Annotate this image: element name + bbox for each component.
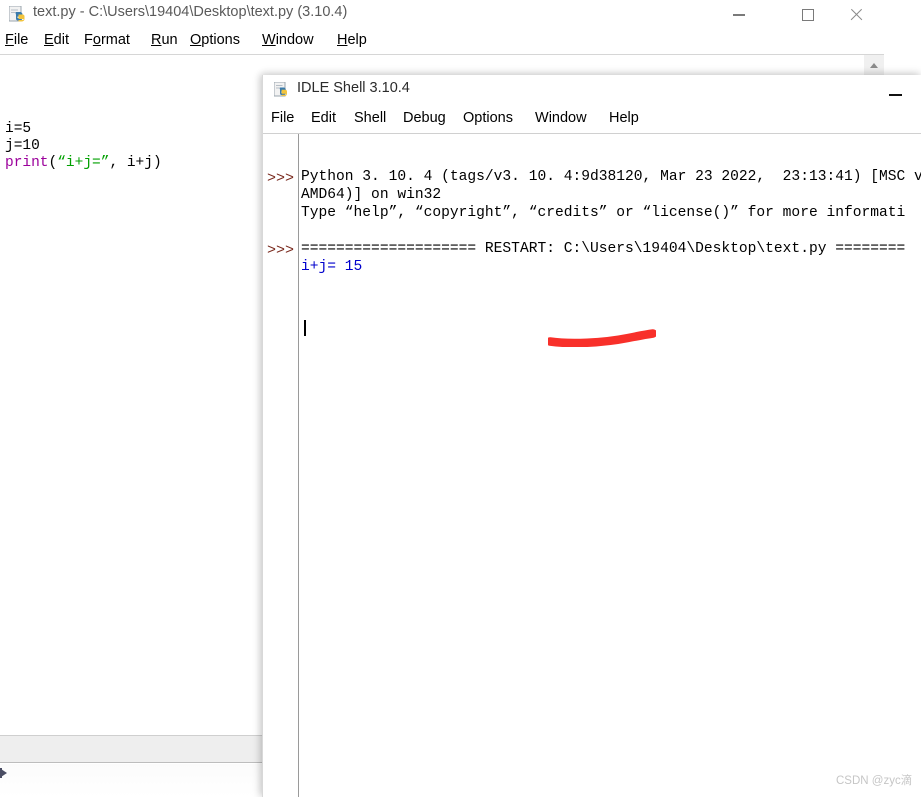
shell-prompt-marker: >>> <box>267 242 295 259</box>
shell-menu-help[interactable]: Help <box>609 110 639 126</box>
code-line-1: i=5 <box>5 121 32 137</box>
editor-code-content: i=5 j=10 print(“i+j=”, i+j) <box>5 121 162 172</box>
shell-menubar: File Edit Shell Debug Options Window Hel… <box>263 108 921 133</box>
editor-menu-options[interactable]: Options <box>190 32 240 48</box>
code-token-args: , i+j) <box>109 155 162 171</box>
taskbar-arrow-icon <box>0 767 7 779</box>
shell-line-restart: ==================== RESTART: C:\Users\1… <box>301 241 906 257</box>
screen-root: text.py - C:\Users\19404\Desktop\text.py… <box>0 0 921 797</box>
maximize-icon <box>802 9 814 21</box>
shell-menu-options[interactable]: Options <box>463 110 513 126</box>
editor-menu-edit[interactable]: Edit <box>44 32 69 48</box>
editor-maximize-button[interactable] <box>785 0 831 30</box>
idle-shell-window: IDLE Shell 3.10.4 File Edit Shell Debug … <box>262 75 921 797</box>
shell-prompt-marker: >>> <box>267 170 295 187</box>
code-token-print: print <box>5 155 49 171</box>
chevron-up-icon <box>870 62 878 68</box>
shell-prompt-gutter <box>263 134 298 797</box>
shell-line-banner-1: Python 3. 10. 4 (tags/v3. 10. 4:9d38120,… <box>301 169 921 185</box>
editor-window-title: text.py - C:\Users\19404\Desktop\text.py… <box>33 4 348 20</box>
shell-menu-edit[interactable]: Edit <box>311 110 336 126</box>
shell-line-banner-3: Type “help”, “copyright”, “credits” or “… <box>301 205 906 221</box>
python-shell-icon <box>273 81 290 98</box>
editor-menu-window[interactable]: Window <box>262 32 314 48</box>
editor-menu-file[interactable]: File <box>5 32 28 48</box>
shell-gutter-divider <box>298 134 299 797</box>
code-line-2: j=10 <box>5 138 40 154</box>
python-file-icon <box>8 5 26 23</box>
shell-window-title: IDLE Shell 3.10.4 <box>297 80 410 96</box>
close-icon <box>849 8 863 22</box>
editor-menubar: File Edit Format Run Options Window Help <box>0 30 884 54</box>
watermark-text: CSDN @zyc滴 <box>836 775 913 787</box>
editor-menu-format[interactable]: Format <box>84 32 130 48</box>
editor-close-button[interactable] <box>833 0 879 30</box>
shell-line-banner-2: AMD64)] on win32 <box>301 187 442 203</box>
shell-line-output: i+j= 15 <box>301 259 363 275</box>
shell-menu-window[interactable]: Window <box>535 110 587 126</box>
editor-scroll-up-button[interactable] <box>864 55 884 75</box>
editor-menu-run[interactable]: Run <box>151 32 178 48</box>
editor-titlebar[interactable]: text.py - C:\Users\19404\Desktop\text.py… <box>0 0 884 30</box>
code-token-open-paren: ( <box>48 155 58 171</box>
code-token-string: “i+j=” <box>57 155 110 171</box>
shell-titlebar[interactable]: IDLE Shell 3.10.4 <box>263 75 921 105</box>
minimize-icon <box>733 14 745 16</box>
minimize-icon <box>888 94 902 96</box>
editor-menu-help[interactable]: Help <box>337 32 367 48</box>
shell-output-area[interactable]: >>> >>> Python 3. 10. 4 (tags/v3. 10. 4:… <box>263 134 921 797</box>
background-window-sliver <box>884 0 921 60</box>
shell-text-caret <box>304 320 306 336</box>
shell-menu-shell[interactable]: Shell <box>354 110 386 126</box>
shell-menu-file[interactable]: File <box>271 110 294 126</box>
editor-minimize-button[interactable] <box>716 0 762 30</box>
shell-menu-debug[interactable]: Debug <box>403 110 446 126</box>
